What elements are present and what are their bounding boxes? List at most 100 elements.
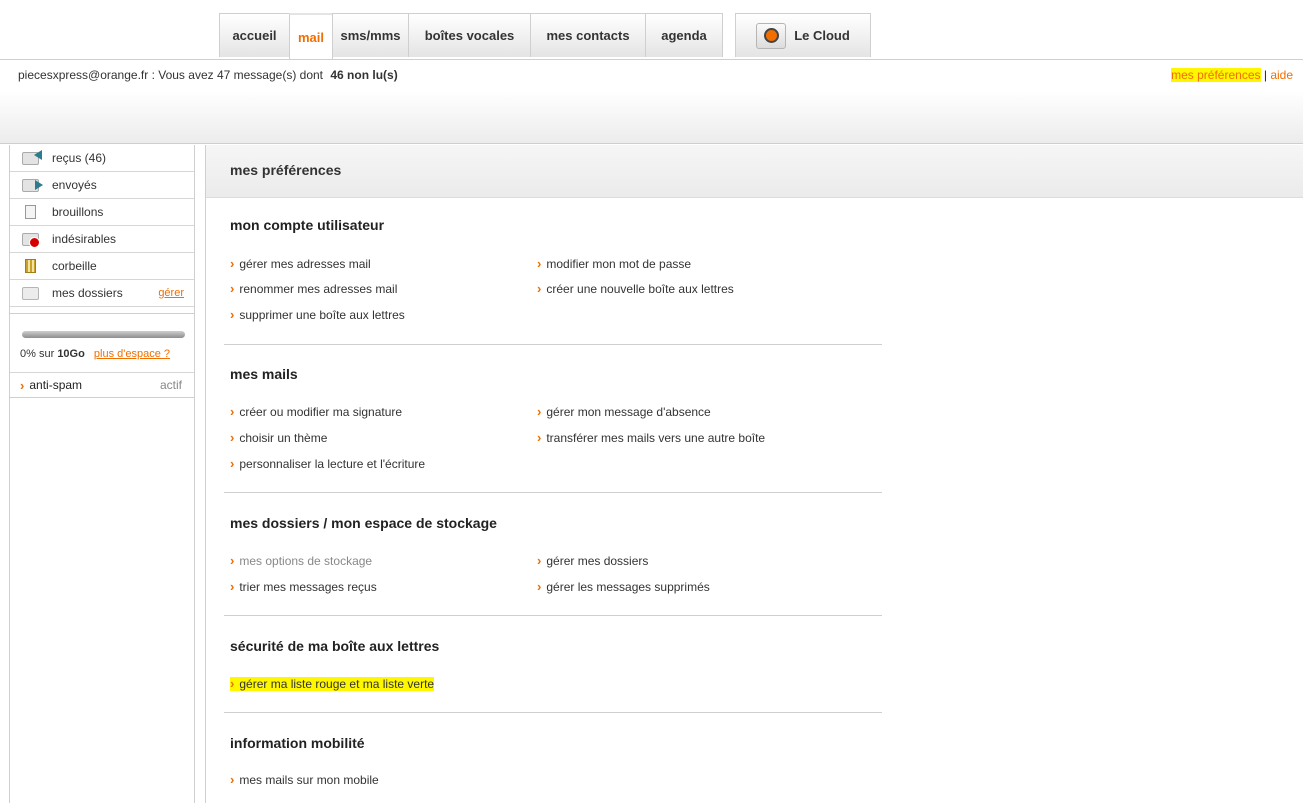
toolbar-area xyxy=(0,91,1303,144)
tab-mes-contacts[interactable]: mes contacts xyxy=(530,13,646,57)
tab-sms-mms[interactable]: sms/mms xyxy=(332,13,409,57)
sent-icon xyxy=(22,178,43,192)
chevron-right-icon: › xyxy=(20,377,25,393)
pref-link[interactable]: › renommer mes adresses mail xyxy=(230,281,397,296)
tab-accueil[interactable]: accueil xyxy=(219,13,290,57)
section-title: mon compte utilisateur xyxy=(230,217,385,233)
chevron-right-icon: › xyxy=(537,404,542,419)
chevron-right-icon: › xyxy=(230,256,235,271)
section-divider xyxy=(224,492,882,493)
link-label: gérer mon message d'absence xyxy=(546,405,711,419)
section-divider xyxy=(224,615,882,616)
folder-sent[interactable]: envoyés xyxy=(10,172,194,199)
pref-link-disabled[interactable]: › mes options de stockage xyxy=(230,553,372,568)
link-label: choisir un thème xyxy=(239,431,328,445)
link-label: trier mes messages reçus xyxy=(239,580,377,594)
link-label: gérer mes adresses mail xyxy=(239,257,371,271)
section-divider xyxy=(224,344,882,345)
folder-spam[interactable]: indésirables xyxy=(10,226,194,253)
tab-label: mail xyxy=(297,29,324,45)
chevron-right-icon: › xyxy=(537,579,542,594)
pref-link[interactable]: › modifier mon mot de passe xyxy=(537,256,691,271)
antispam-label: anti-spam xyxy=(29,378,83,392)
folder-label: envoyés xyxy=(52,178,97,192)
pref-link[interactable]: › gérer mon message d'absence xyxy=(537,404,711,419)
tab-label: accueil xyxy=(232,28,277,43)
antispam-row[interactable]: › anti-spam actif xyxy=(10,372,194,398)
top-links: mes préférences | aide xyxy=(1171,68,1293,82)
link-label: supprimer une boîte aux lettres xyxy=(239,308,405,322)
folder-my-folders[interactable]: mes dossiers gérer xyxy=(10,280,194,307)
pref-link[interactable]: › gérer mes adresses mail xyxy=(230,256,371,271)
folder-trash[interactable]: corbeille xyxy=(10,253,194,280)
folder-inbox[interactable]: reçus (46) xyxy=(10,145,194,172)
link-label: mes mails sur mon mobile xyxy=(239,773,379,787)
link-separator: | xyxy=(1263,68,1267,82)
more-space-link[interactable]: plus d'espace ? xyxy=(94,348,170,360)
chevron-right-icon: › xyxy=(230,430,235,445)
page-title: mes préférences xyxy=(230,162,342,178)
link-label: créer une nouvelle boîte aux lettres xyxy=(546,282,734,296)
folder-label: corbeille xyxy=(52,259,97,273)
help-link[interactable]: aide xyxy=(1270,68,1293,82)
pref-link[interactable]: › personnaliser la lecture et l'écriture xyxy=(230,456,425,471)
pref-link[interactable]: › gérer les messages supprimés xyxy=(537,579,710,594)
tab-mail[interactable]: mail xyxy=(289,13,333,59)
pref-link[interactable]: › choisir un thème xyxy=(230,430,327,445)
pref-link[interactable]: › mes mails sur mon mobile xyxy=(230,772,379,787)
section-title: information mobilité xyxy=(230,735,365,751)
chevron-right-icon: › xyxy=(230,676,235,691)
tab-label: boîtes vocales xyxy=(424,28,515,43)
chevron-right-icon: › xyxy=(537,553,542,568)
manage-folders-link[interactable]: gérer xyxy=(158,287,184,299)
unread-count: 46 non lu(s) xyxy=(330,68,398,82)
folder-label: reçus (46) xyxy=(52,151,107,165)
link-label: gérer mes dossiers xyxy=(546,554,649,568)
section-title: mes dossiers / mon espace de stockage xyxy=(230,515,497,531)
pref-link[interactable]: › supprimer une boîte aux lettres xyxy=(230,307,405,322)
chevron-right-icon: › xyxy=(230,281,235,296)
tab-label: mes contacts xyxy=(546,28,630,43)
folder-label: indésirables xyxy=(52,232,117,246)
drafts-icon xyxy=(25,205,36,219)
pref-link[interactable]: › gérer mes dossiers xyxy=(537,553,648,568)
link-label: gérer les messages supprimés xyxy=(546,580,710,594)
pref-link[interactable]: › transférer mes mails vers une autre boî… xyxy=(537,430,765,445)
section-title: sécurité de ma boîte aux lettres xyxy=(230,638,440,654)
folder-drafts[interactable]: brouillons xyxy=(10,199,194,226)
pref-link[interactable]: › créer ou modifier ma signature xyxy=(230,404,402,419)
preferences-link[interactable]: mes préférences xyxy=(1171,68,1261,82)
tab-le-cloud[interactable]: Le Cloud xyxy=(735,13,871,57)
preferences-panel: mes préférences mon compte utilisateur ›… xyxy=(205,145,1303,803)
storage-quota: 0% sur 10Go plus d'espace ? xyxy=(10,313,194,372)
tab-boites-vocales[interactable]: boîtes vocales xyxy=(408,13,531,57)
tab-label: sms/mms xyxy=(340,28,401,43)
inbox-icon xyxy=(22,151,39,165)
section-divider xyxy=(224,712,882,713)
tab-label: Le Cloud xyxy=(794,28,850,43)
main-tabs: accueil mail sms/mms boîtes vocales mes … xyxy=(219,13,871,59)
link-label: transférer mes mails vers une autre boît… xyxy=(546,431,766,445)
panel-header: mes préférences xyxy=(206,145,1303,198)
quota-progress-bar xyxy=(22,331,185,338)
folder-sidebar: reçus (46) envoyés brouillons indésirabl… xyxy=(9,145,195,803)
spam-icon xyxy=(22,232,40,248)
chevron-right-icon: › xyxy=(537,281,542,296)
pref-link[interactable]: › créer une nouvelle boîte aux lettres xyxy=(537,281,734,296)
quota-size: 10Go xyxy=(57,348,85,360)
tab-agenda[interactable]: agenda xyxy=(645,13,723,57)
mailbox-status: piecesxpress@orange.fr : Vous avez 47 me… xyxy=(18,68,398,82)
trash-icon xyxy=(25,259,36,273)
red-green-list-link[interactable]: › gérer ma liste rouge et ma liste verte xyxy=(228,674,437,694)
antispam-status: actif xyxy=(159,378,182,392)
link-label: renommer mes adresses mail xyxy=(239,282,398,296)
cloud-icon xyxy=(756,22,787,49)
mailbox-message: piecesxpress@orange.fr : Vous avez 47 me… xyxy=(18,68,324,82)
link-label: personnaliser la lecture et l'écriture xyxy=(239,457,426,471)
highlighted-link: › gérer ma liste rouge et ma liste verte xyxy=(230,676,435,691)
pref-link[interactable]: › trier mes messages reçus xyxy=(230,579,377,594)
chevron-right-icon: › xyxy=(230,553,235,568)
folder-label: mes dossiers xyxy=(52,286,123,300)
chevron-right-icon: › xyxy=(230,307,235,322)
chevron-right-icon: › xyxy=(230,456,235,471)
